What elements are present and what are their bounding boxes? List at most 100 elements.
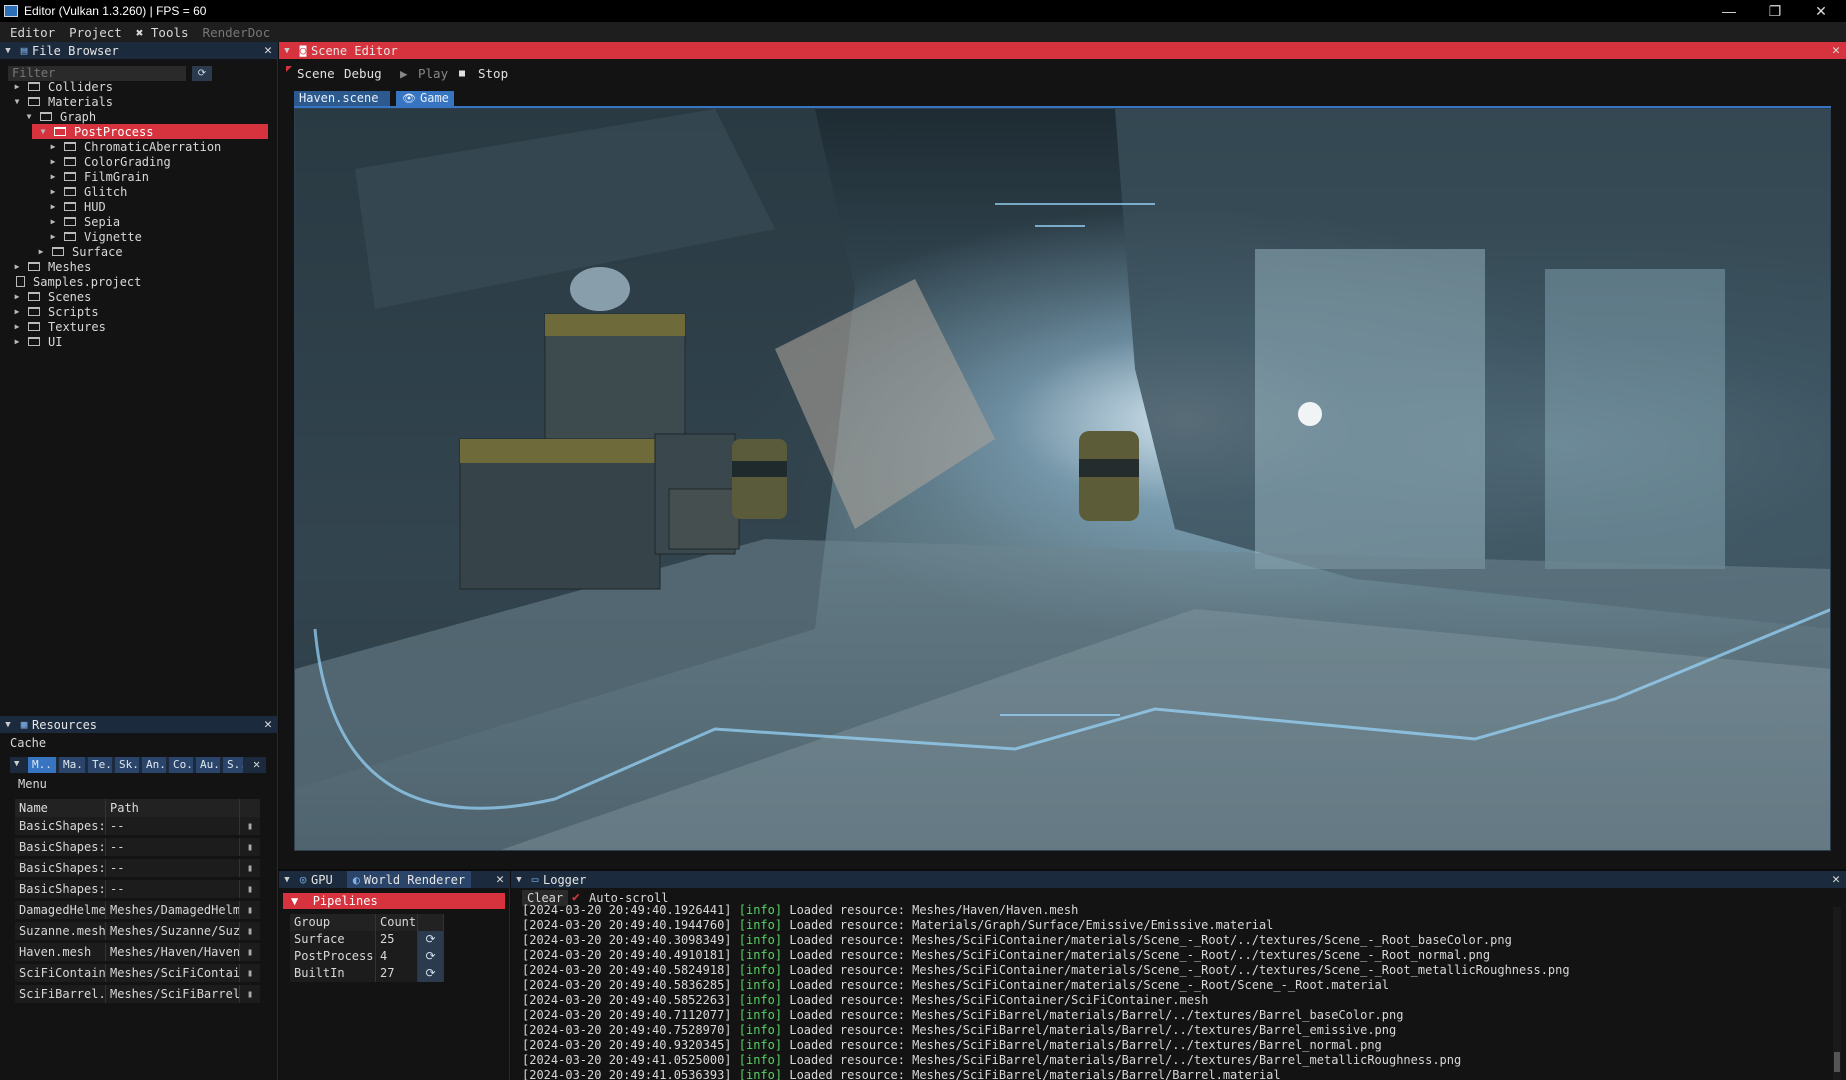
resource-tab[interactable]: Au..	[196, 757, 220, 773]
refresh-icon[interactable]: ⟳	[418, 948, 444, 965]
trash-icon[interactable]: ▮	[240, 985, 260, 1003]
table-row[interactable]: SciFiBarrel. Meshes/SciFiBarrel/▮	[15, 985, 260, 1003]
column-group[interactable]: Group	[290, 914, 376, 931]
chevron-right-icon[interactable]: ▶	[10, 82, 24, 91]
chevron-down-icon[interactable]: ▼	[22, 112, 36, 121]
resource-tab[interactable]: S..	[223, 757, 243, 773]
minimize-button[interactable]: —	[1706, 0, 1752, 22]
chevron-right-icon[interactable]: ▶	[46, 157, 60, 166]
game-viewport[interactable]	[294, 108, 1831, 851]
trash-icon[interactable]: ▮	[240, 817, 260, 835]
close-icon[interactable]: ✕	[264, 43, 272, 58]
table-row[interactable]: DamagedHelme Meshes/DamagedHelme ▮	[15, 901, 260, 919]
refresh-button[interactable]: ⟳	[192, 66, 212, 81]
tree-item[interactable]: ▶ Meshes	[10, 259, 92, 274]
collapse-icon[interactable]: ▼	[279, 875, 295, 885]
close-icon[interactable]: ✕	[496, 872, 504, 887]
refresh-icon[interactable]: ⟳	[418, 931, 444, 948]
table-row[interactable]: Haven.mesh Meshes/Haven/Haven. ▮	[15, 943, 260, 961]
resource-tab[interactable]: Sk..	[115, 757, 139, 773]
collapse-icon[interactable]: ▼	[0, 46, 16, 56]
resource-tab[interactable]: Ma..	[59, 757, 85, 773]
column-path[interactable]: Path	[106, 799, 240, 817]
restore-button[interactable]: ❐	[1752, 0, 1798, 22]
menu-tools[interactable]: ✖ Tools	[136, 25, 189, 40]
refresh-icon[interactable]: ⟳	[418, 965, 444, 982]
debug-button[interactable]: Debug	[344, 66, 382, 81]
table-row[interactable]: BasicShapes: -- ▮	[15, 817, 260, 835]
close-icon[interactable]: ✕	[264, 717, 272, 732]
tree-item[interactable]: ▶ FilmGrain	[46, 169, 149, 184]
trash-icon[interactable]: ▮	[240, 964, 260, 982]
tabbar-menu-icon[interactable]: ▼	[14, 759, 19, 769]
column-count[interactable]: Count	[376, 914, 418, 931]
chevron-right-icon[interactable]: ▶	[34, 247, 48, 256]
close-window-button[interactable]: ✕	[1798, 0, 1844, 22]
log-scrollbar-thumb[interactable]	[1834, 1052, 1840, 1072]
table-row[interactable]: BasicShapes: -- ▮	[15, 880, 260, 898]
menu-editor[interactable]: Editor	[10, 25, 55, 40]
table-row[interactable]: BasicShapes: -- ▮	[15, 859, 260, 877]
menu-project[interactable]: Project	[69, 25, 122, 40]
close-icon[interactable]: ✕	[1832, 872, 1840, 887]
tree-item[interactable]: ▶ Glitch	[46, 184, 128, 199]
stop-icon[interactable]: ■	[459, 68, 465, 79]
chevron-right-icon[interactable]: ▶	[10, 337, 24, 346]
stop-button[interactable]: Stop	[478, 66, 508, 81]
tree-item[interactable]: ▼ PostProcess	[32, 124, 268, 139]
tree-item[interactable]: ▼ Graph	[22, 109, 97, 124]
chevron-right-icon[interactable]: ▶	[46, 232, 60, 241]
chevron-right-icon[interactable]: ▶	[46, 142, 60, 151]
log-scrollbar[interactable]	[1833, 907, 1841, 1080]
tree-item[interactable]: Samples.project	[10, 274, 141, 289]
trash-icon[interactable]: ▮	[240, 838, 260, 856]
chevron-right-icon[interactable]: ▶	[46, 202, 60, 211]
tree-item[interactable]: ▶ Surface	[34, 244, 123, 259]
collapse-icon[interactable]: ▼	[511, 875, 527, 885]
scene-button[interactable]: Scene	[297, 66, 335, 81]
trash-icon[interactable]: ▮	[240, 901, 260, 919]
close-icon[interactable]: ✕	[1832, 43, 1840, 58]
chevron-right-icon[interactable]: ▶	[46, 217, 60, 226]
tree-item[interactable]: ▶ UI	[10, 334, 63, 349]
chevron-right-icon[interactable]: ▶	[10, 262, 24, 271]
tree-item[interactable]: ▶ ChromaticAberration	[46, 139, 222, 154]
pipelines-section[interactable]: ▼ Pipelines	[283, 893, 505, 909]
resource-tab[interactable]: Co..	[169, 757, 193, 773]
table-row[interactable]: Suzanne.mesh Meshes/Suzanne/Suza ▮	[15, 922, 260, 940]
chevron-right-icon[interactable]: ▶	[46, 187, 60, 196]
column-name[interactable]: Name	[15, 799, 106, 817]
resource-tab[interactable]: M..	[28, 757, 56, 773]
tree-item[interactable]: ▼ Materials	[10, 94, 113, 109]
tab-world-renderer[interactable]: ◐ World Renderer	[346, 871, 472, 888]
tree-item[interactable]: ▶ Scenes	[10, 289, 92, 304]
chevron-right-icon[interactable]: ▶	[10, 307, 24, 316]
trash-icon[interactable]: ▮	[240, 943, 260, 961]
trash-icon[interactable]: ▮	[240, 880, 260, 898]
collapse-icon[interactable]: ▼	[279, 46, 295, 56]
trash-icon[interactable]: ▮	[240, 922, 260, 940]
tree-item[interactable]: ▶ HUD	[46, 199, 106, 214]
chevron-right-icon[interactable]: ▶	[10, 292, 24, 301]
chevron-right-icon[interactable]: ▶	[10, 322, 24, 331]
tab-haven-scene[interactable]: Haven.scene	[294, 91, 390, 106]
resource-tab[interactable]: Te..	[88, 757, 112, 773]
resource-tab[interactable]: An..	[142, 757, 166, 773]
table-row[interactable]: BasicShapes: -- ▮	[15, 838, 260, 856]
tree-item[interactable]: ▶ Scripts	[10, 304, 99, 319]
tree-item[interactable]: ▶ ColorGrading	[46, 154, 171, 169]
table-row[interactable]: SciFiContain Meshes/SciFiContair ▮	[15, 964, 260, 982]
tree-item[interactable]: ▶ Sepia	[46, 214, 121, 229]
trash-icon[interactable]: ▮	[240, 859, 260, 877]
chevron-down-icon[interactable]: ▼	[36, 127, 50, 136]
tree-item[interactable]: ▶ Textures	[10, 319, 106, 334]
tree-item[interactable]: ▶ Colliders	[10, 79, 113, 94]
tree-item[interactable]: ▶ Vignette	[46, 229, 142, 244]
chevron-down-icon[interactable]: ▼	[10, 97, 24, 106]
menu-renderdoc[interactable]: RenderDoc	[203, 25, 271, 40]
close-icon[interactable]: ✕	[253, 757, 260, 771]
play-icon[interactable]: ▶	[400, 66, 408, 81]
collapse-icon[interactable]: ▼	[0, 720, 16, 730]
chevron-right-icon[interactable]: ▶	[46, 172, 60, 181]
tab-gpu[interactable]: GPU	[311, 873, 333, 887]
